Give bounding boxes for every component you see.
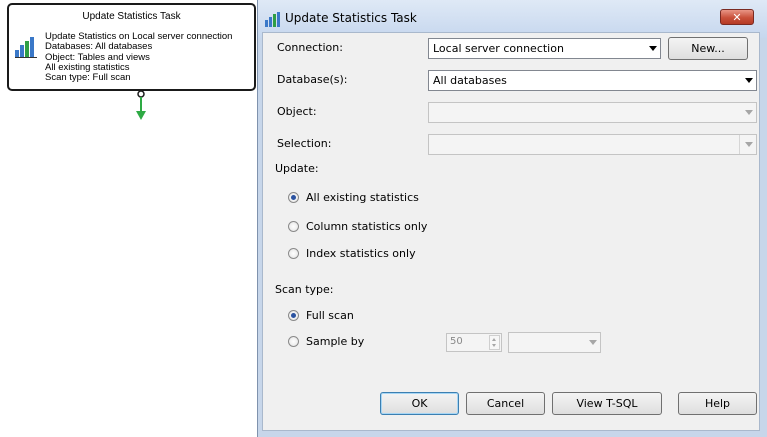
radio-circle (288, 336, 299, 347)
chevron-down-icon (745, 142, 753, 147)
spinner-arrows-icon[interactable] (489, 335, 500, 350)
radio-circle (288, 248, 299, 259)
update-statistics-task-box[interactable]: Update Statistics Task Update Statistics… (7, 3, 256, 91)
dialog-title: Update Statistics Task (285, 11, 417, 25)
chevron-down-icon (589, 340, 597, 345)
dialog-client-area: Connection: Local server connection New.… (262, 32, 760, 431)
databases-value: All databases (433, 74, 507, 87)
update-statistics-dialog: Update Statistics Task ✕ Connection: Loc… (257, 0, 767, 437)
sample-value: 50 (450, 336, 463, 347)
radio-circle (288, 192, 299, 203)
chevron-down-icon (745, 110, 753, 115)
databases-label: Database(s): (277, 73, 348, 86)
databases-select[interactable]: All databases (428, 70, 757, 91)
scan-type-label: Scan type: (275, 283, 334, 296)
chevron-down-icon (745, 78, 753, 83)
radio-label: All existing statistics (306, 191, 419, 204)
task-line: Scan type: Full scan (45, 72, 131, 84)
help-button[interactable]: Help (678, 392, 757, 415)
sample-unit-select[interactable] (508, 332, 601, 353)
radio-label: Index statistics only (306, 247, 416, 260)
connection-label: Connection: (277, 41, 343, 54)
task-title: Update Statistics Task (82, 11, 181, 22)
selection-select[interactable] (428, 134, 757, 155)
view-tsql-button[interactable]: View T-SQL (552, 392, 662, 415)
connection-value: Local server connection (433, 42, 564, 55)
precedence-arrow-icon[interactable] (134, 90, 148, 122)
object-label: Object: (277, 105, 317, 118)
radio-label: Sample by (306, 335, 365, 348)
new-connection-button[interactable]: New... (668, 37, 748, 60)
task-description: Update Statistics on Local server connec… (45, 31, 232, 84)
update-label: Update: (275, 162, 319, 175)
chevron-down-icon (649, 46, 657, 51)
connection-select[interactable]: Local server connection (428, 38, 661, 59)
design-canvas: Update Statistics Task Update Statistics… (0, 0, 257, 437)
sample-value-spinner[interactable]: 50 (446, 333, 502, 352)
radio-circle (288, 310, 299, 321)
statistics-icon (265, 12, 280, 27)
radio-label: Column statistics only (306, 220, 428, 233)
ok-button[interactable]: OK (380, 392, 459, 415)
object-select[interactable] (428, 102, 757, 123)
radio-circle (288, 221, 299, 232)
close-button[interactable]: ✕ (720, 9, 754, 25)
selection-label: Selection: (277, 137, 332, 150)
cancel-button[interactable]: Cancel (466, 392, 545, 415)
radio-label: Full scan (306, 309, 354, 322)
statistics-icon (15, 37, 37, 58)
